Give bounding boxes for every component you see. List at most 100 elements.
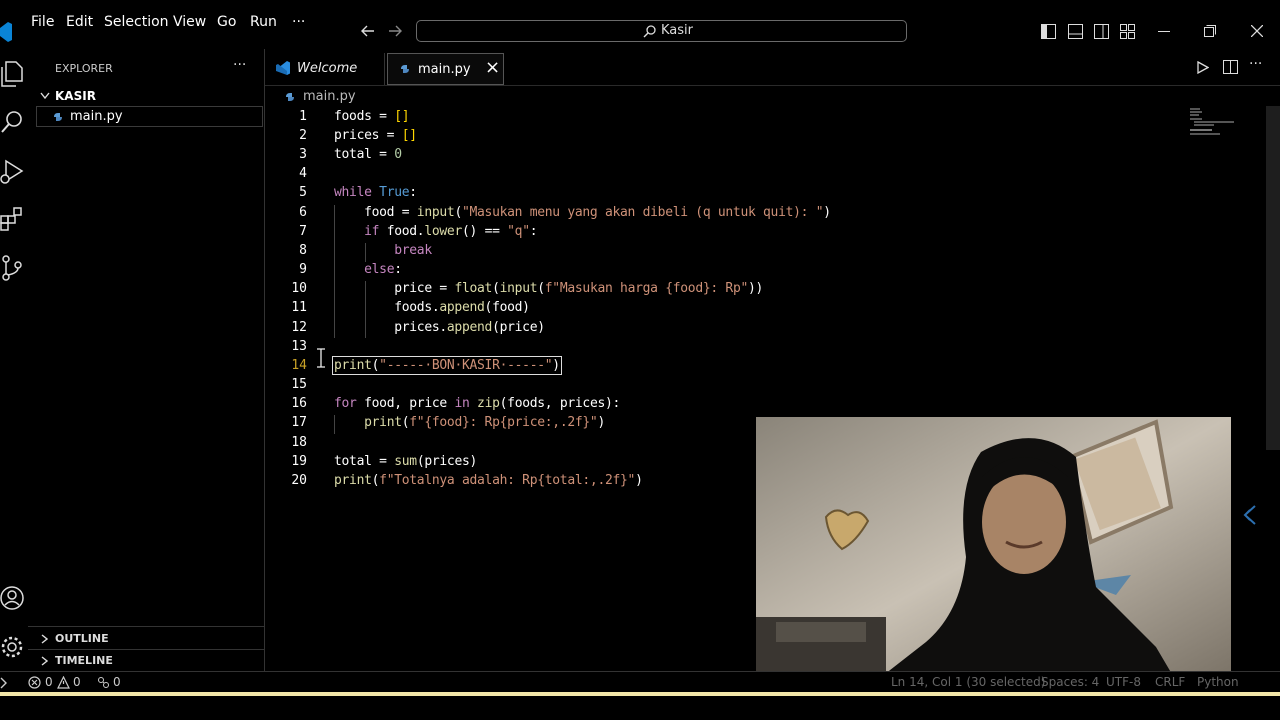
line-number: 15 [291,377,307,392]
search-small-icon [643,25,656,38]
timeline-label: TIMELINE [55,654,113,667]
line-number: 6 [299,205,307,220]
text-cursor-icon [316,348,326,368]
explorer-sidebar: EXPLORER ··· KASIR main.py OUTLINE TIMEL… [28,49,265,671]
line-number: 4 [299,166,307,181]
code-line: foods.append(food) [334,300,530,315]
error-count[interactable]: 0 [45,675,53,689]
code-line: if food.lower() == "q": [364,224,538,239]
customize-layout-icon[interactable] [1120,24,1135,39]
tab-welcome-label: Welcome [297,61,358,76]
line-number: 5 [299,185,307,200]
toggle-secondary-sidebar-icon[interactable] [1094,24,1109,39]
file-main-py[interactable]: main.py [36,106,263,127]
line-number: 19 [291,454,307,469]
line-number: 9 [299,262,307,277]
python-file-icon [400,64,410,74]
tab-close-button[interactable]: × [485,57,500,78]
search-icon[interactable] [0,110,24,134]
tab-welcome[interactable]: Welcome [265,53,385,85]
run-debug-icon[interactable] [0,159,24,185]
menu-view[interactable]: View [173,14,206,30]
divider [28,649,264,650]
indentation[interactable]: Spaces: 4 [1041,675,1099,689]
toggle-panel-icon[interactable] [1068,24,1083,39]
search-label: Kasir [661,23,693,38]
tab-bar: Welcome main.py × ··· [265,49,1280,86]
settings-icon[interactable] [0,635,24,659]
explorer-title: EXPLORER [55,62,113,75]
code-line: prices = [] [334,128,417,143]
code-line: for food, price in zip(foods, prices): [334,396,621,411]
folder-kasir[interactable]: KASIR [28,87,264,105]
line-number: 10 [291,281,307,296]
code-line: prices.append(price) [334,320,545,335]
title-bar: File Edit Selection View Go Run ··· Kasi… [0,0,1280,50]
vscode-icon [0,22,12,42]
tab-main-py[interactable]: main.py × [387,53,504,85]
python-file-icon [285,92,295,102]
back-arrow-icon[interactable] [361,24,375,38]
code-line: food = input("Masukan menu yang akan dib… [334,205,831,220]
menu-go[interactable]: Go [217,14,236,30]
ports-count[interactable]: 0 [113,675,121,689]
copilot-icon[interactable] [1243,505,1257,525]
minimize-icon[interactable] [1158,31,1170,33]
editor-more-button[interactable]: ··· [1249,56,1262,72]
run-icon[interactable] [1197,61,1209,74]
code-line: break [394,243,432,258]
encoding[interactable]: UTF-8 [1106,675,1141,689]
restore-icon[interactable] [1204,25,1216,37]
code-line: else: [364,262,402,277]
source-control-icon[interactable] [0,255,24,281]
ports-icon[interactable] [97,676,110,689]
warning-icon[interactable] [57,676,70,689]
file-label: main.py [70,109,123,124]
minimap[interactable] [1190,108,1240,136]
python-file-icon [53,112,63,122]
explorer-more-button[interactable]: ··· [233,57,246,73]
cursor-position[interactable]: Ln 14, Col 1 (30 selected) [891,675,1045,689]
menu-run[interactable]: Run [250,14,277,30]
account-icon[interactable] [0,586,24,610]
timeline-section[interactable]: TIMELINE [28,651,264,671]
toggle-primary-sidebar-icon[interactable] [1041,24,1056,39]
code-line: total = sum(prices) [334,454,478,469]
command-center-search[interactable]: Kasir [416,20,907,42]
breadcrumb-file: main.py [303,89,356,104]
extensions-icon[interactable] [0,207,24,231]
tab-main-py-label: main.py [418,62,471,77]
language-mode[interactable]: Python [1197,675,1239,689]
outline-section[interactable]: OUTLINE [28,629,264,649]
code-line-selected: print("-----·BON·KASIR·-----") [332,356,562,375]
remote-icon[interactable] [0,676,8,690]
menu-selection[interactable]: Selection [104,14,169,30]
error-icon[interactable] [28,676,41,689]
line-number: 17 [291,415,307,430]
code-line: while True: [334,185,417,200]
code-line: price = float(input(f"Masukan harga {foo… [334,281,764,296]
line-number: 1 [299,109,307,124]
warning-count[interactable]: 0 [73,675,81,689]
line-number: 20 [291,473,307,488]
line-ending[interactable]: CRLF [1155,675,1185,689]
line-number: 7 [299,224,307,239]
menu-edit[interactable]: Edit [66,14,93,30]
vscode-icon [275,60,291,76]
bottom-strip [0,696,1280,720]
line-number: 13 [291,339,307,354]
vertical-scrollbar[interactable] [1266,106,1280,450]
code-line: print(f"Totalnya adalah: Rp{total:,.2f}"… [334,473,643,488]
line-number: 3 [299,147,307,162]
forward-arrow-icon[interactable] [388,24,402,38]
close-window-icon[interactable] [1251,25,1263,37]
activity-bar [0,49,28,671]
menu-file[interactable]: File [31,14,54,30]
explorer-icon[interactable] [0,61,24,87]
code-line: print(f"{food}: Rp{price:,.2f}") [364,415,605,430]
code-line: total = 0 [334,147,402,162]
divider [28,626,264,627]
split-editor-icon[interactable] [1223,60,1238,74]
line-number: 12 [291,320,307,335]
menu-more[interactable]: ··· [292,14,305,30]
